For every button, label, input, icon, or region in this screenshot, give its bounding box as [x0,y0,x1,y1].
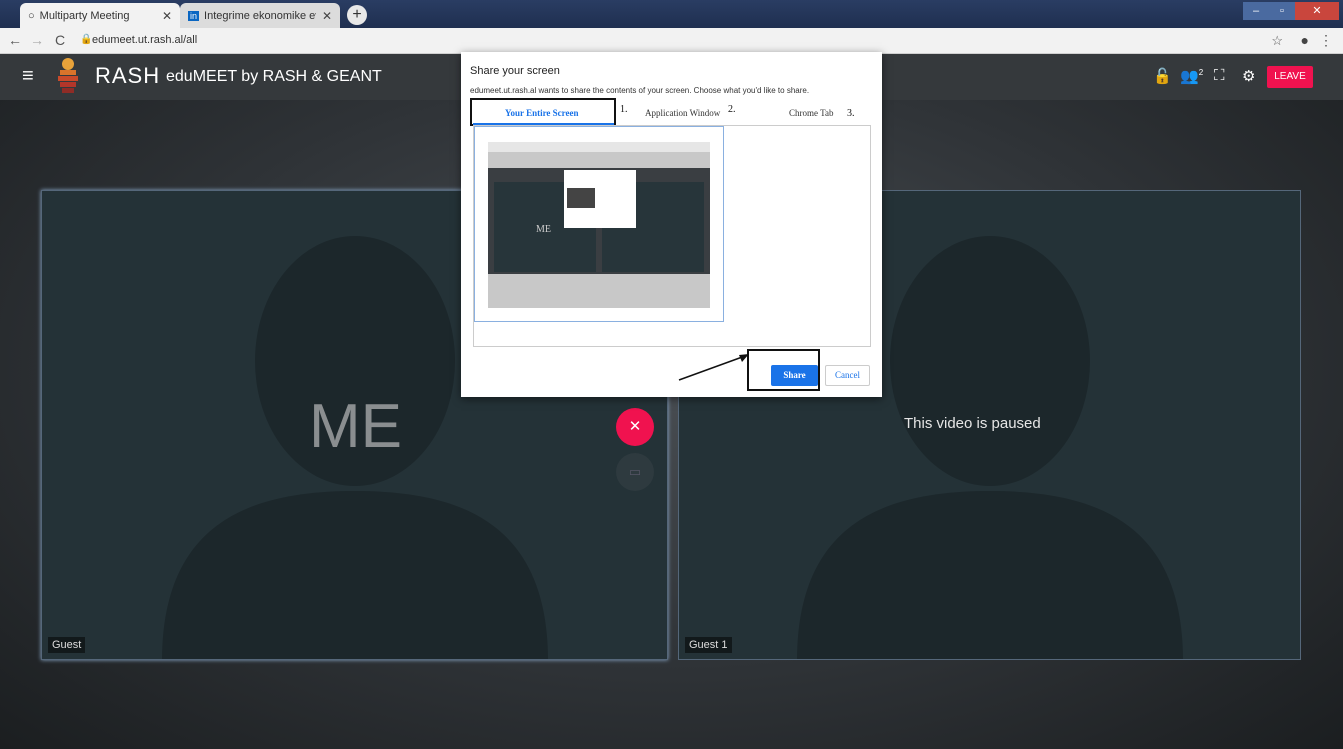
lock-room-icon[interactable]: 🔓 [1153,67,1172,85]
dialog-description: edumeet.ut.rash.al wants to share the co… [470,86,810,95]
cancel-button[interactable]: Cancel [825,365,870,386]
share-source-list: ME [473,125,871,347]
brand-name: RASH [95,63,161,88]
browser-tab-multiparty[interactable]: ○ Multiparty Meeting ✕ [20,3,180,28]
maximize-icon[interactable]: ▫ [1269,2,1295,20]
tab-title: Integrime ekonomike evropiane [204,9,316,22]
minimize-icon[interactable]: – [1243,2,1269,20]
annotation-number: 1. [620,104,628,115]
participant-name-label: Guest [48,637,86,653]
close-icon[interactable]: ✕ [162,9,172,23]
hamburger-icon[interactable]: ≡ [22,65,34,88]
participant-name-label: Guest 1 [685,637,732,653]
kebab-menu-icon[interactable]: ⋮ [1319,32,1333,49]
linkedin-icon: in [188,10,200,21]
video-off-icon: ✕ [628,418,642,435]
me-overlay: ME [309,392,402,461]
screen-share-button[interactable]: ▭ [616,453,654,491]
annotation-arrow [678,354,749,381]
window-close-icon[interactable]: ✕ [1295,2,1339,20]
paused-message: This video is paused [904,415,1041,432]
back-icon[interactable]: ← [8,32,22,48]
browser-tab-bar: ○ Multiparty Meeting ✕ in Integrime ekon… [0,0,1343,28]
annotation-number: 3. [847,108,855,119]
annotation-number: 2. [728,104,736,115]
chat-icon: ○ [28,9,35,22]
lock-icon: 🔒 [80,34,93,45]
thumbnail-me-text: ME [536,224,551,235]
address-bar: ← → C 🔒 edumeet.ut.rash.al/all ☆ ● ⋮ [0,28,1343,54]
tab-entire-screen[interactable]: Your Entire Screen [505,108,579,118]
screen-thumbnail[interactable]: ME [474,126,724,322]
tab-application-window[interactable]: Application Window [645,108,720,118]
new-tab-button[interactable]: + [347,5,367,25]
screen-preview: ME [488,142,710,308]
camera-off-button[interactable]: ✕ [616,408,654,446]
leave-button[interactable]: LEAVE [1267,66,1313,88]
forward-icon[interactable]: → [30,32,44,48]
share-button[interactable]: Share [771,365,818,386]
profile-icon[interactable]: ● [1301,32,1309,48]
reload-icon[interactable]: C [55,32,65,48]
rash-logo [58,58,78,93]
tab-chrome-tab[interactable]: Chrome Tab [789,108,833,118]
screen-icon: ▭ [628,464,642,479]
participants-icon[interactable]: 👥2 [1180,67,1203,85]
participants-badge: 2 [1198,68,1204,77]
tab-title: Multiparty Meeting [39,9,130,22]
browser-tab-linkedin[interactable]: in Integrime ekonomike evropiane ✕ [180,3,340,28]
url-field[interactable]: edumeet.ut.rash.al/all [92,34,197,46]
window-controls: – ▫ ✕ [1243,2,1339,20]
app-title: eduMEET by RASH & GEANT [166,68,382,85]
share-screen-dialog: Share your screen edumeet.ut.rash.al wan… [461,52,882,397]
dialog-title: Share your screen [470,65,560,77]
close-icon[interactable]: ✕ [322,9,332,23]
gear-icon[interactable]: ⚙ [1242,67,1255,85]
fullscreen-icon[interactable]: ⛶ [1214,67,1225,84]
star-icon[interactable]: ☆ [1271,33,1283,49]
